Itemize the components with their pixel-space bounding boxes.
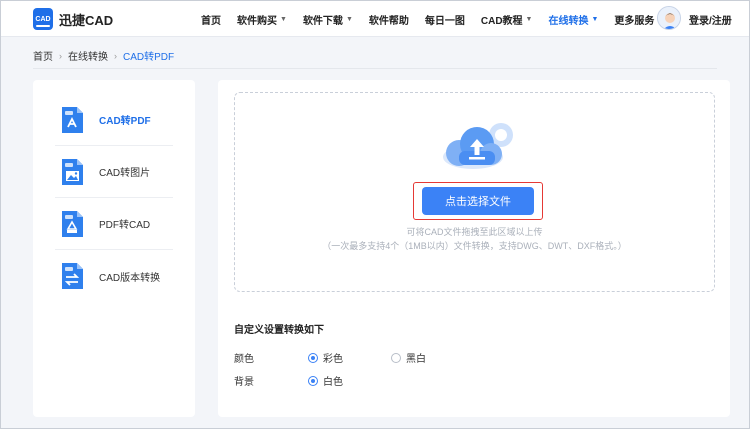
logo-badge: CAD — [33, 8, 53, 30]
logo-text: 迅捷CAD — [59, 12, 114, 28]
nav-item-label: 每日一图 — [424, 15, 465, 27]
select-file-button[interactable]: 点击选择文件 — [422, 187, 534, 215]
pdf-to-cad-icon — [59, 209, 85, 239]
sidebar-item-label: CAD版本转换 — [99, 272, 161, 284]
chevron-right-icon: › — [59, 50, 62, 61]
chevron-right-icon: › — [114, 50, 117, 61]
radio-unchecked-icon — [391, 352, 401, 363]
nav-item-label: 软件购买 — [237, 15, 277, 27]
color-option-black-white[interactable]: 黑白 — [391, 350, 426, 365]
upload-highlight-frame: 点击选择文件 — [413, 182, 543, 220]
breadcrumb-home[interactable]: 首页 — [33, 48, 53, 63]
cad-to-image-icon — [59, 157, 85, 187]
avatar[interactable] — [657, 6, 681, 30]
upload-hint: 可将CAD文件拖拽至此区域以上传 — [406, 227, 543, 237]
cad-version-convert-icon — [59, 261, 85, 291]
main-nav: 首页 软件购买 ▼ 软件下载 ▼ 软件帮助 每日一图 CAD教程 ▼ 在线转换 ▼ 更多… — [201, 1, 680, 37]
nav-item-download[interactable]: 软件下载 ▼ — [303, 12, 353, 27]
breadcrumb-current: CAD转PDF — [123, 52, 175, 63]
cloud-upload-icon — [433, 119, 519, 173]
background-setting-label: 背景 — [234, 377, 254, 388]
chevron-down-icon: ▼ — [345, 15, 353, 23]
sidebar-item-label: CAD转PDF — [99, 116, 151, 127]
sidebar-item-pdf-to-cad[interactable]: PDF转CAD — [55, 198, 173, 250]
breadcrumb-divider — [33, 68, 717, 69]
color-setting-row: 颜色 彩色 黑白 — [234, 350, 474, 365]
converter-sidebar: CAD转PDF CAD转图片 PDF转CAD CAD版本转换 — [33, 80, 195, 417]
chevron-down-icon: ▼ — [591, 15, 599, 23]
sidebar-item-cad-version-convert[interactable]: CAD版本转换 — [55, 250, 173, 302]
background-setting-row: 背景 白色 — [234, 373, 391, 388]
nav-item-home[interactable]: 首页 — [201, 12, 221, 27]
site-logo[interactable]: CAD 迅捷CAD — [33, 8, 113, 30]
color-option-color[interactable]: 彩色 — [308, 350, 343, 365]
nav-item-label: 更多服务 — [614, 15, 655, 27]
sidebar-item-label: PDF转CAD — [99, 220, 151, 231]
nav-item-label: CAD教程 — [480, 15, 523, 27]
login-register-link[interactable]: 登录/注册 — [689, 12, 732, 27]
nav-item-buy[interactable]: 软件购买 ▼ — [237, 12, 287, 27]
nav-item-help[interactable]: 软件帮助 — [369, 12, 409, 27]
color-setting-label: 颜色 — [234, 354, 254, 365]
nav-item-label: 软件帮助 — [368, 15, 409, 27]
background-option-white[interactable]: 白色 — [308, 373, 343, 388]
nav-item-label: 首页 — [201, 15, 221, 27]
nav-item-daily-drawing[interactable]: 每日一图 — [425, 12, 465, 27]
top-navbar: CAD 迅捷CAD 首页 软件购买 ▼ 软件下载 ▼ 软件帮助 每日一图 CAD教程… — [1, 1, 749, 37]
radio-checked-icon — [308, 352, 318, 363]
file-dropzone[interactable]: 点击选择文件 可将CAD文件拖拽至此区域以上传 （一次最多支持4个（1MB以内）… — [234, 92, 715, 292]
upload-limits-hint: （一次最多支持4个（1MB以内）文件转换，支持DWG、DWT、DXF格式。） — [322, 241, 627, 251]
radio-label: 白色 — [323, 377, 343, 388]
radio-checked-icon — [308, 375, 318, 386]
breadcrumb-online-convert[interactable]: 在线转换 — [68, 48, 108, 63]
converter-main-panel: 点击选择文件 可将CAD文件拖拽至此区域以上传 （一次最多支持4个（1MB以内）… — [218, 80, 730, 417]
radio-label: 黑白 — [406, 354, 426, 365]
chevron-down-icon: ▼ — [525, 15, 533, 23]
nav-item-label: 在线转换 — [548, 15, 589, 27]
sidebar-item-cad-to-image[interactable]: CAD转图片 — [55, 146, 173, 198]
settings-title: 自定义设置转换如下 — [234, 325, 324, 336]
radio-label: 彩色 — [323, 354, 343, 365]
nav-item-tutorial[interactable]: CAD教程 ▼ — [481, 12, 533, 27]
sidebar-item-cad-to-pdf[interactable]: CAD转PDF — [55, 94, 173, 146]
cad-to-pdf-icon — [59, 105, 85, 135]
nav-item-label: 软件下载 — [302, 15, 343, 27]
chevron-down-icon: ▼ — [280, 15, 287, 23]
nav-item-online-convert[interactable]: 在线转换 ▼ — [548, 12, 598, 27]
breadcrumb: 首页 › 在线转换 › CAD转PDF — [33, 48, 175, 64]
sidebar-item-label: CAD转图片 — [99, 168, 151, 179]
